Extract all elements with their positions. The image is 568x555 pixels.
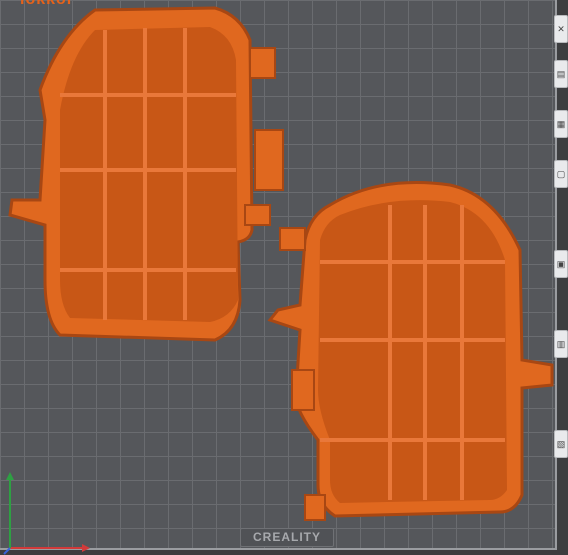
tool-4-button[interactable]: ▢: [554, 160, 568, 188]
tool-2-button[interactable]: ▤: [554, 60, 568, 88]
close-icon: ✕: [557, 24, 565, 34]
right-toolbar: ✕ ▤ ▦ ▢ ▣ ▥ ▧: [552, 0, 568, 555]
z-axis-line: [3, 547, 11, 555]
tool-7-icon: ▧: [556, 439, 566, 449]
tool-6-button[interactable]: ▥: [554, 330, 568, 358]
left-housing-part[interactable]: [8, 6, 284, 342]
y-axis-arrow: [6, 472, 14, 480]
close-button[interactable]: ✕: [554, 15, 568, 43]
tool-3-icon: ▦: [556, 119, 566, 129]
3d-viewport[interactable]: lokkor: [0, 0, 568, 555]
tool-6-icon: ▥: [556, 339, 566, 349]
creality-brand-label: CREALITY: [240, 528, 334, 547]
tool-4-icon: ▢: [556, 169, 566, 179]
tool-5-icon: ▣: [556, 259, 566, 269]
right-housing-part[interactable]: [267, 181, 554, 521]
tool-2-icon: ▤: [556, 69, 566, 79]
axis-indicator: [3, 472, 90, 555]
tool-5-button[interactable]: ▣: [554, 250, 568, 278]
x-axis-arrow: [82, 544, 90, 552]
tool-3-button[interactable]: ▦: [554, 110, 568, 138]
tool-7-button[interactable]: ▧: [554, 430, 568, 458]
